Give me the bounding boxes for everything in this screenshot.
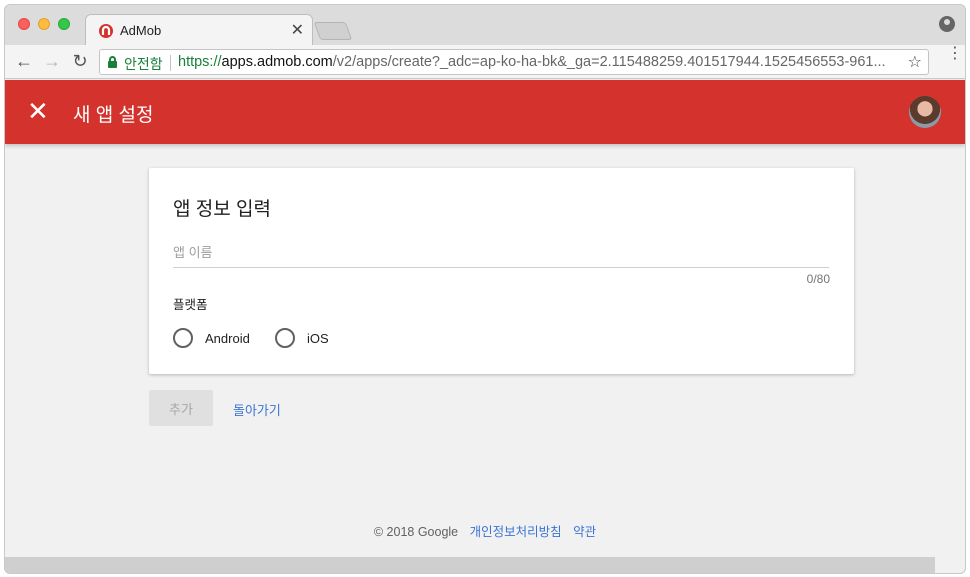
back-link[interactable]: 돌아가기 [233, 400, 281, 419]
url-path: /v2/apps/create?_adc=ap-ko-ha-bk&_ga=2.1… [332, 54, 886, 70]
tab-bar: AdMob ✕ [5, 5, 965, 45]
minimize-window-button[interactable] [38, 18, 50, 30]
browser-toolbar: ← → ↻ 안전함 https://apps.admob.com/v2/apps… [5, 45, 965, 79]
privacy-policy-link[interactable]: 개인정보처리방침 [470, 525, 562, 539]
radio-label-android: Android [205, 330, 250, 346]
url-scheme: https:// [178, 54, 222, 70]
address-separator [170, 55, 171, 71]
add-button[interactable]: 추가 [149, 390, 213, 426]
app-header: ✕ 새 앱 설정 [5, 80, 965, 144]
avatar[interactable] [909, 96, 941, 128]
footer: © 2018 Google 개인정보처리방침 약관 [5, 521, 965, 540]
app-info-card: 앱 정보 입력 0/80 플랫폼 Android iOS [149, 168, 854, 374]
platform-label: 플랫폼 [173, 298, 208, 312]
character-counter: 0/80 [806, 272, 830, 286]
page-title: 새 앱 설정 [73, 105, 154, 126]
platform-radio-android[interactable]: Android [173, 328, 250, 348]
close-icon[interactable]: ✕ [27, 97, 49, 125]
browser-window: AdMob ✕ ← → ↻ 안전함 https://apps.admob.com… [4, 4, 966, 574]
reload-icon[interactable]: ↻ [69, 51, 91, 72]
lock-icon [108, 56, 117, 68]
tab-title: AdMob [120, 23, 162, 38]
card-title: 앱 정보 입력 [173, 199, 271, 220]
radio-circle-icon[interactable] [173, 328, 193, 348]
close-window-button[interactable] [18, 18, 30, 30]
copyright-text: © 2018 Google [373, 525, 459, 539]
horizontal-scrollbar[interactable] [5, 557, 935, 573]
secure-label: 안전함 [124, 56, 163, 72]
bookmark-star-icon[interactable]: ☆ [908, 52, 922, 72]
tab-admob[interactable]: AdMob ✕ [85, 14, 313, 45]
url-host: apps.admob.com [221, 54, 333, 70]
admob-favicon-icon [99, 24, 113, 38]
maximize-window-button[interactable] [58, 18, 70, 30]
forward-arrow-icon[interactable]: → [41, 51, 63, 72]
app-name-input[interactable] [173, 238, 829, 268]
profile-icon[interactable] [939, 16, 955, 32]
platform-radio-ios[interactable]: iOS [275, 328, 329, 348]
terms-link[interactable]: 약관 [573, 525, 596, 539]
url-text[interactable]: https://apps.admob.com/v2/apps/create?_a… [178, 54, 898, 70]
back-arrow-icon[interactable]: ← [13, 51, 35, 72]
radio-label-ios: iOS [307, 330, 329, 346]
browser-menu-icon[interactable]: ⋮ [947, 46, 963, 62]
new-tab-button[interactable] [313, 22, 353, 40]
tab-close-icon[interactable]: ✕ [291, 20, 304, 40]
address-bar[interactable]: 안전함 https://apps.admob.com/v2/apps/creat… [99, 49, 929, 75]
radio-circle-icon[interactable] [275, 328, 295, 348]
